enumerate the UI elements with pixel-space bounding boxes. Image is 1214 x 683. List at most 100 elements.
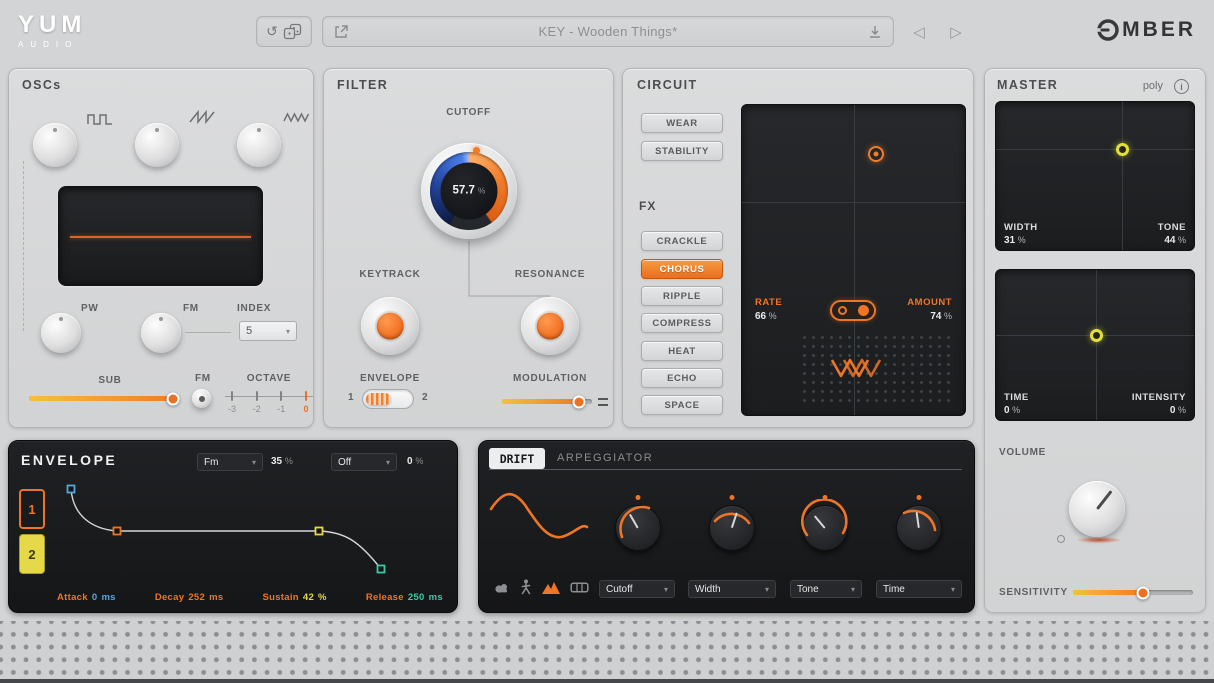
slider-thumb[interactable] bbox=[1136, 586, 1149, 599]
width-tone-xy-pad[interactable]: WIDTH 31 % TONE 44 % bbox=[995, 101, 1195, 251]
preset-name[interactable]: KEY - Wooden Things* bbox=[539, 24, 678, 39]
mod-target-dropdown-3[interactable]: Tone bbox=[790, 580, 862, 598]
sustain-readout[interactable]: Sustain 42 % bbox=[262, 592, 326, 603]
envelope-option-1[interactable]: 1 bbox=[348, 392, 354, 403]
save-preset-icon[interactable] bbox=[867, 24, 883, 40]
modulation-slider[interactable] bbox=[502, 399, 592, 404]
drift-knob-2[interactable] bbox=[709, 505, 755, 551]
knob-core bbox=[377, 313, 404, 340]
fx-button-heat[interactable]: HEAT bbox=[641, 341, 723, 361]
octave-value: -2 bbox=[246, 404, 268, 414]
mountain-mode-icon[interactable] bbox=[541, 580, 561, 595]
voice-mode[interactable]: poly bbox=[1143, 80, 1163, 92]
fx-button-compress[interactable]: COMPRESS bbox=[641, 313, 723, 333]
toggle-on-dot bbox=[858, 305, 869, 316]
release-readout[interactable]: Release 250 ms bbox=[366, 592, 443, 603]
circuit-title: CIRCUIT bbox=[637, 78, 698, 92]
vehicle-mode-icon[interactable] bbox=[570, 581, 589, 594]
attack-handle[interactable] bbox=[68, 486, 75, 493]
prev-preset-button[interactable]: ◁ bbox=[906, 16, 932, 47]
resonance-label: RESONANCE bbox=[500, 269, 600, 280]
envelope-option-2[interactable]: 2 bbox=[422, 392, 428, 403]
mod-target-dropdown-2[interactable]: Width bbox=[688, 580, 776, 598]
slider-thumb[interactable] bbox=[573, 395, 586, 408]
sub-slider[interactable] bbox=[29, 396, 177, 401]
decay-readout[interactable]: Decay 252 ms bbox=[155, 592, 224, 603]
randomize-preset-button[interactable]: ↺ bbox=[256, 16, 312, 47]
octave-option[interactable]: -3 bbox=[221, 391, 243, 414]
share-preset-icon[interactable] bbox=[333, 24, 349, 40]
sustain-handle[interactable] bbox=[316, 528, 323, 535]
volume-knob[interactable] bbox=[1069, 481, 1125, 537]
stability-button[interactable]: STABILITY bbox=[641, 141, 723, 161]
drift-arpeggiator-panel: DRIFT ARPEGGIATOR Cutof bbox=[478, 440, 975, 613]
mod2-amount[interactable]: 0 % bbox=[407, 456, 423, 467]
env-mod2-dropdown[interactable]: Off bbox=[331, 453, 397, 471]
fx-button-space[interactable]: SPACE bbox=[641, 395, 723, 415]
resonance-knob[interactable] bbox=[521, 297, 579, 355]
osc3-knob[interactable] bbox=[237, 123, 281, 167]
cutoff-knob[interactable]: 57.7 % bbox=[421, 143, 517, 239]
osc1-knob[interactable] bbox=[33, 123, 77, 167]
fm-knob[interactable] bbox=[141, 313, 181, 353]
sub-fm-mini-knob[interactable] bbox=[192, 389, 211, 408]
octave-option-selected[interactable]: 0 bbox=[295, 391, 317, 414]
time-value: 0 % bbox=[1004, 405, 1020, 416]
wear-button[interactable]: WEAR bbox=[641, 113, 723, 133]
tone-label: TONE bbox=[1158, 222, 1186, 233]
filter-envelope-toggle[interactable] bbox=[362, 389, 414, 409]
cutoff-readout: 57.7 % bbox=[441, 163, 498, 220]
drift-knob-1[interactable] bbox=[615, 505, 661, 551]
env-mod1-dropdown[interactable]: Fm bbox=[197, 453, 263, 471]
fx-button-echo[interactable]: ECHO bbox=[641, 368, 723, 388]
logo-subtext: AUDIO bbox=[18, 40, 86, 49]
fx-button-ripple[interactable]: RIPPLE bbox=[641, 286, 723, 306]
envelope-tab-2[interactable]: 2 bbox=[19, 534, 45, 574]
mod2-unit: % bbox=[415, 456, 423, 466]
osc2-knob[interactable] bbox=[135, 123, 179, 167]
mod1-amount[interactable]: 35 % bbox=[271, 456, 293, 467]
attack-readout[interactable]: Attack 0 ms bbox=[57, 592, 116, 603]
sensitivity-slider[interactable] bbox=[1073, 590, 1193, 595]
drift-knob-4[interactable] bbox=[896, 505, 942, 551]
slider-thumb[interactable] bbox=[166, 392, 179, 405]
octave-selector[interactable]: -3 -2 -1 0 bbox=[221, 391, 317, 414]
ember-logo-icon bbox=[1095, 17, 1121, 43]
oscs-title: OSCs bbox=[22, 78, 62, 92]
chorus-xy-pad[interactable]: RATE 66 % AMOUNT 74 % bbox=[741, 104, 966, 416]
time-intensity-xy-pad[interactable]: TIME 0 % INTENSITY 0 % bbox=[995, 269, 1195, 421]
keytrack-knob[interactable] bbox=[361, 297, 419, 355]
xy-pad-handle[interactable] bbox=[868, 146, 884, 162]
tab-drift[interactable]: DRIFT bbox=[489, 448, 545, 469]
drift-knob-3[interactable] bbox=[802, 505, 848, 551]
rate-unit: % bbox=[769, 311, 777, 321]
fx-power-toggle[interactable] bbox=[830, 300, 876, 321]
fx-button-crackle[interactable]: CRACKLE bbox=[641, 231, 723, 251]
info-icon[interactable]: i bbox=[1174, 79, 1189, 94]
target-4: Time bbox=[883, 584, 905, 595]
xy-pad-handle[interactable] bbox=[1116, 143, 1129, 156]
drift-mode-icons bbox=[493, 579, 589, 595]
mod2-target: Off bbox=[338, 457, 351, 468]
mod-target-dropdown-4[interactable]: Time bbox=[876, 580, 962, 598]
pw-knob[interactable] bbox=[41, 313, 81, 353]
fx-button-chorus[interactable]: CHORUS bbox=[641, 259, 723, 279]
yum-wave-logo bbox=[830, 355, 882, 381]
preset-bar[interactable]: KEY - Wooden Things* bbox=[322, 16, 894, 47]
xy-pad-handle[interactable] bbox=[1090, 329, 1103, 342]
decay-unit: ms bbox=[209, 592, 223, 603]
index-dropdown[interactable]: 5 bbox=[239, 321, 297, 341]
next-preset-button[interactable]: ▷ bbox=[943, 16, 969, 47]
tab-arpeggiator[interactable]: ARPEGGIATOR bbox=[557, 452, 653, 464]
volume-label: VOLUME bbox=[999, 447, 1046, 458]
octave-option[interactable]: -1 bbox=[270, 391, 292, 414]
walking-person-mode-icon[interactable] bbox=[520, 579, 532, 595]
tone-value: 44 % bbox=[1164, 235, 1186, 246]
envelope-tab-1[interactable]: 1 bbox=[19, 489, 45, 529]
release-handle[interactable] bbox=[378, 566, 385, 573]
decay-handle[interactable] bbox=[114, 528, 121, 535]
cloud-mode-icon[interactable] bbox=[493, 580, 511, 595]
time-label: TIME bbox=[1004, 392, 1029, 403]
mod-target-dropdown-1[interactable]: Cutoff bbox=[599, 580, 675, 598]
octave-option[interactable]: -2 bbox=[246, 391, 268, 414]
